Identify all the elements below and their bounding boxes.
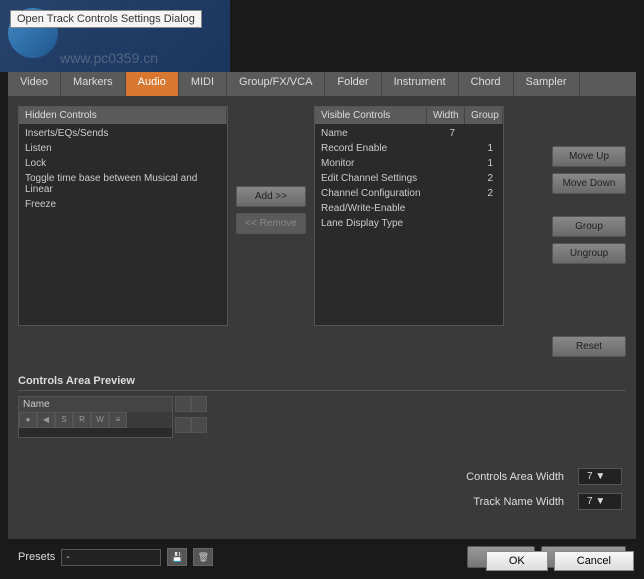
tab-video[interactable]: Video [8, 72, 61, 96]
reset-button[interactable]: Reset [552, 336, 626, 357]
move-up-button[interactable]: Move Up [552, 146, 626, 167]
tooltip: Open Track Controls Settings Dialog [10, 10, 202, 28]
preview-control-icon: ≡ [109, 412, 127, 428]
group-button[interactable]: Group [552, 216, 626, 237]
list-item[interactable]: Channel Configuration2 [315, 186, 503, 201]
list-item[interactable]: Lock [19, 156, 227, 171]
list-item[interactable]: Listen [19, 141, 227, 156]
list-item[interactable]: Record Enable1 [315, 141, 503, 156]
tab-markers[interactable]: Markers [61, 72, 126, 96]
tab-folder[interactable]: Folder [325, 72, 381, 96]
preview-control-icon: ● [19, 412, 37, 428]
preview-control-icon: R [73, 412, 91, 428]
list-item[interactable]: Read/Write-Enable [315, 201, 503, 216]
list-item[interactable]: Edit Channel Settings2 [315, 171, 503, 186]
ungroup-button[interactable]: Ungroup [552, 243, 626, 264]
preview-extra-4 [191, 417, 207, 433]
tab-midi[interactable]: MIDI [179, 72, 227, 96]
controls-area-width-select[interactable]: 7 ▼ [578, 468, 622, 485]
presets-label: Presets [18, 551, 55, 563]
presets-select[interactable]: - [61, 549, 161, 566]
tab-sampler[interactable]: Sampler [514, 72, 580, 96]
preview-control-icon: W [91, 412, 109, 428]
tab-group-fx-vca[interactable]: Group/FX/VCA [227, 72, 325, 96]
visible-header-group: Group [465, 107, 503, 124]
preview-title: Controls Area Preview [18, 375, 626, 391]
track-name-width-select[interactable]: 7 ▼ [578, 493, 622, 510]
preview-extra-2 [191, 396, 207, 412]
tab-chord[interactable]: Chord [459, 72, 514, 96]
list-item[interactable]: Name7 [315, 126, 503, 141]
settings-dialog: VideoMarkersAudioMIDIGroup/FX/VCAFolderI… [8, 72, 636, 539]
cancel-button[interactable]: Cancel [554, 551, 634, 571]
list-item[interactable]: Toggle time base between Musical and Lin… [19, 171, 227, 197]
track-type-tabs: VideoMarkersAudioMIDIGroup/FX/VCAFolderI… [8, 72, 636, 96]
controls-area-width-label: Controls Area Width [466, 471, 564, 483]
preview-extra-1 [175, 396, 191, 412]
track-name-width-label: Track Name Width [473, 496, 564, 508]
delete-preset-icon[interactable]: 🗑 [193, 548, 213, 566]
remove-button[interactable]: << Remove [236, 213, 306, 234]
preview-control-icon: ◀ [37, 412, 55, 428]
ok-button[interactable]: OK [486, 551, 548, 571]
save-preset-icon[interactable]: 💾 [167, 548, 187, 566]
preview-control-icon: S [55, 412, 73, 428]
visible-header-width: Width [427, 107, 465, 124]
watermark-text: www.pc0359.cn [60, 50, 158, 66]
visible-header-name: Visible Controls [315, 107, 427, 124]
add-button[interactable]: Add >> [236, 186, 306, 207]
list-item[interactable]: Inserts/EQs/Sends [19, 126, 227, 141]
list-item[interactable]: Lane Display Type [315, 216, 503, 231]
move-down-button[interactable]: Move Down [552, 173, 626, 194]
preview-extra-3 [175, 417, 191, 433]
hidden-controls-header: Hidden Controls [19, 107, 227, 124]
list-item[interactable]: Monitor1 [315, 156, 503, 171]
tab-audio[interactable]: Audio [126, 72, 179, 96]
preview-name-label: Name [19, 397, 172, 412]
hidden-controls-list[interactable]: Hidden Controls Inserts/EQs/SendsListenL… [18, 106, 228, 326]
visible-controls-list[interactable]: Visible Controls Width Group Name7Record… [314, 106, 504, 326]
tab-instrument[interactable]: Instrument [382, 72, 459, 96]
preview-box: Name ●◀SRW≡ [18, 396, 173, 438]
list-item[interactable]: Freeze [19, 197, 227, 212]
